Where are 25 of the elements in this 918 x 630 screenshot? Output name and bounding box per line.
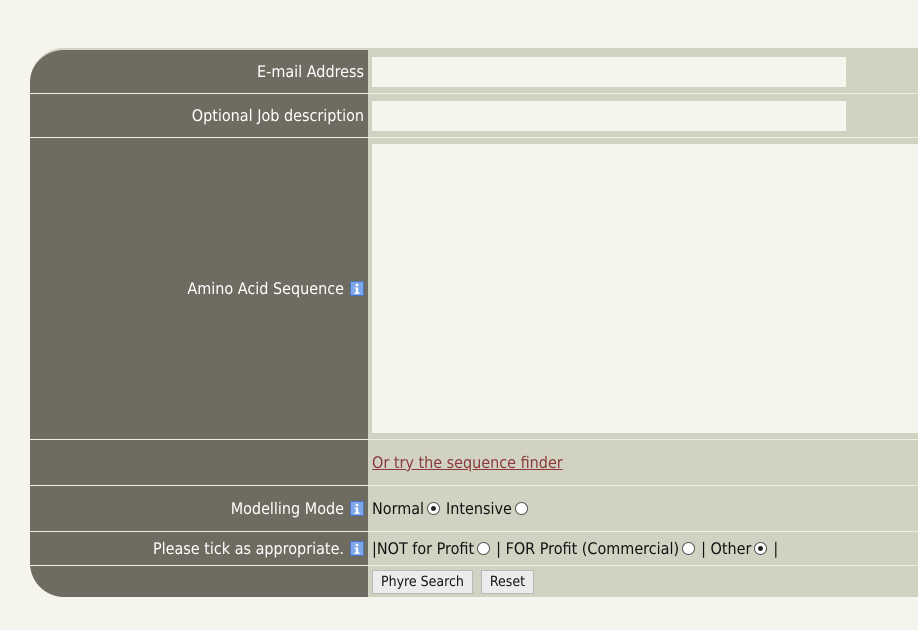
sequence-finder-link[interactable]: Or try the sequence finder: [372, 453, 563, 472]
separator-text: |: [773, 539, 778, 558]
radio-button[interactable]: [682, 542, 696, 555]
reset-button[interactable]: Reset: [480, 570, 534, 594]
radio-button[interactable]: [427, 502, 440, 515]
info-icon[interactable]: [350, 501, 364, 516]
field-label: Please tick as appropriate.: [152, 539, 344, 558]
info-icon[interactable]: [350, 281, 364, 296]
option-label: Normal: [372, 499, 424, 518]
radio-button[interactable]: [754, 542, 768, 555]
job-description-field[interactable]: [372, 100, 846, 130]
search-button[interactable]: Phyre Search: [372, 570, 473, 594]
field-label: Optional Job description: [192, 106, 364, 125]
option-label: | FOR Profit (Commercial): [496, 539, 680, 558]
radio-button[interactable]: [477, 542, 490, 555]
field-label: E-mail Address: [257, 62, 364, 81]
field-label: Modelling Mode: [230, 499, 344, 518]
info-icon[interactable]: [350, 541, 364, 556]
field-label: Amino Acid Sequence: [187, 279, 344, 298]
option-label: Intensive: [446, 499, 512, 518]
option-label: | Other: [701, 539, 752, 558]
sequence-field[interactable]: [372, 144, 918, 433]
option-label: |NOT for Profit: [372, 539, 474, 558]
email-field[interactable]: [372, 56, 846, 86]
radio-button[interactable]: [514, 502, 528, 515]
